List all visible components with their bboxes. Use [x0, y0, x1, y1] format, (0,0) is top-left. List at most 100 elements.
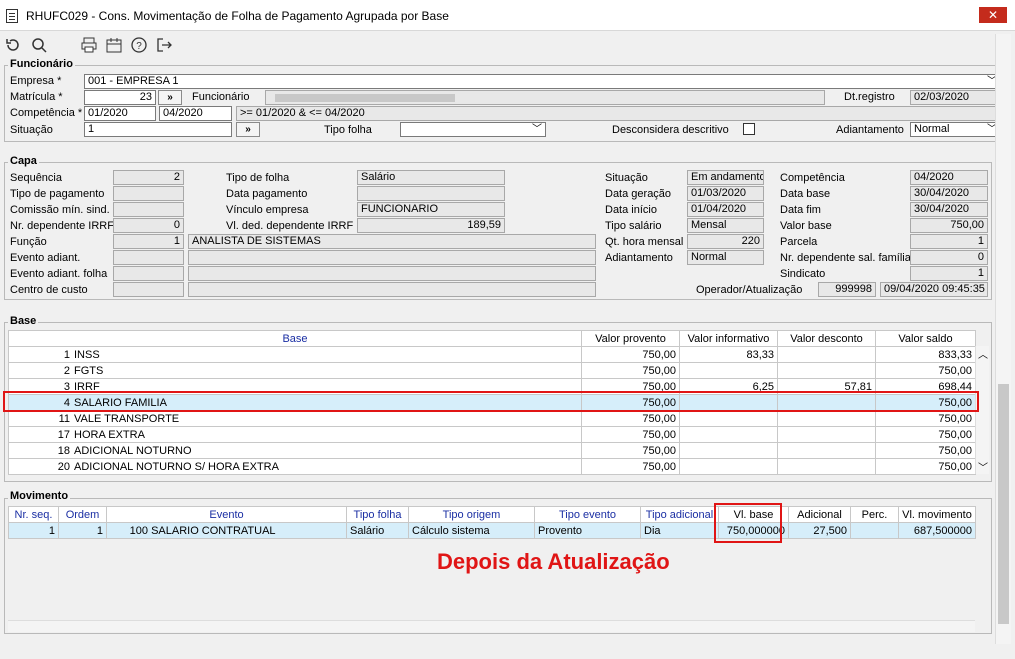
- cell-desconto: [777, 410, 876, 427]
- funcao-field: 1: [113, 234, 184, 249]
- table-row[interactable]: 20 ADICIONAL NOTURNO S/ HORA EXTRA 750,00 7…: [8, 458, 976, 475]
- col-header-adicional[interactable]: Adicional: [788, 506, 851, 523]
- tipofolha-capa-field: Salário: [357, 170, 505, 185]
- comissao-field: [113, 202, 184, 217]
- empresa-select[interactable]: 001 - EMPRESA 1 ﹀: [84, 74, 1001, 89]
- comissao-label: Comissão mín. sind.: [10, 204, 110, 216]
- calendar-icon[interactable]: [105, 36, 123, 54]
- vlded-field: 189,59: [357, 218, 505, 233]
- help-icon[interactable]: ?: [130, 36, 148, 54]
- dtregistro-field: 02/03/2020: [910, 90, 1001, 105]
- funcionario-label: Funcionário: [192, 91, 250, 103]
- operador-field: 999998: [818, 282, 876, 297]
- evento-adiant-folha-desc-field: [188, 266, 596, 281]
- competencia-label: Competência *: [10, 107, 83, 119]
- table-row[interactable]: 1 1 100 SALARIO CONTRATUAL Salário Cálcu…: [8, 522, 976, 539]
- cell-base-name: INSS: [74, 348, 100, 361]
- cell-base-num: 2: [63, 364, 70, 377]
- nrdep-field: 0: [113, 218, 184, 233]
- col-header-tipoorigem[interactable]: Tipo origem: [408, 506, 535, 523]
- adiantamento-select[interactable]: Normal ﹀: [910, 122, 1001, 137]
- col-header-vlmovimento[interactable]: Vl. movimento: [898, 506, 976, 523]
- funcionario-name-field: [265, 90, 825, 105]
- cell-base-num: 17: [57, 428, 70, 441]
- col-header-tipofolha[interactable]: Tipo folha: [346, 506, 409, 523]
- col-header-base[interactable]: Base: [8, 330, 582, 347]
- atualizacao-field: 09/04/2020 09:45:35: [880, 282, 988, 297]
- datainicio-label: Data início: [605, 204, 657, 216]
- annotation-text: Depois da Atualização: [437, 549, 670, 574]
- competencia-range-field: >= 01/2020 & <= 04/2020: [236, 106, 1001, 121]
- datainicio-field: 01/04/2020: [687, 202, 764, 217]
- competencia-to-input[interactable]: 04/2020: [159, 106, 232, 121]
- situacao-capa-field: Em andamento: [687, 170, 764, 185]
- evento-adiant-desc-field: [188, 250, 596, 265]
- capa-legend: Capa: [8, 155, 39, 167]
- cell-vlmov: 687,500000: [898, 522, 976, 539]
- table-row[interactable]: 1 INSS 750,00 83,33 833,33: [8, 346, 976, 363]
- undo-icon[interactable]: [4, 36, 22, 54]
- movimento-table: Nr. seq. Ordem Evento Tipo folha Tipo or…: [8, 506, 976, 539]
- adiant-capa-label: Adiantamento: [605, 252, 673, 264]
- desconsidera-checkbox[interactable]: [743, 123, 755, 135]
- datafim-field: 30/04/2020: [910, 202, 988, 217]
- table-row[interactable]: 11 VALE TRANSPORTE 750,00 750,00: [8, 410, 976, 427]
- cell-informativo: [679, 362, 778, 379]
- col-header-saldo[interactable]: Valor saldo: [875, 330, 976, 347]
- col-header-evento[interactable]: Evento: [106, 506, 347, 523]
- tipofolha-select[interactable]: ﹀: [400, 122, 546, 137]
- cell-base-name: ADICIONAL NOTURNO: [74, 444, 192, 457]
- col-header-tipoadicional[interactable]: Tipo adicional: [640, 506, 719, 523]
- matricula-search-button[interactable]: »: [158, 90, 182, 105]
- col-header-tipoevento[interactable]: Tipo evento: [534, 506, 641, 523]
- table-row[interactable]: 18 ADICIONAL NOTURNO 750,00 750,00: [8, 442, 976, 459]
- database-label: Data base: [780, 188, 831, 200]
- dtregistro-label: Dt.registro: [844, 91, 895, 103]
- base-header-row: Base Valor provento Valor informativo Va…: [8, 330, 976, 347]
- window-scrollbar-thumb[interactable]: [998, 384, 1009, 624]
- cell-provento: 750,00: [581, 410, 680, 427]
- table-row[interactable]: 17 HORA EXTRA 750,00 750,00: [8, 426, 976, 443]
- tipofolha-capa-label: Tipo de folha: [226, 172, 290, 184]
- cell-base-name: VALE TRANSPORTE: [74, 412, 180, 425]
- adiantamento-value: Normal: [914, 123, 950, 135]
- table-row[interactable]: 2 FGTS 750,00 750,00: [8, 362, 976, 379]
- database-field: 30/04/2020: [910, 186, 988, 201]
- valorbase-label: Valor base: [780, 220, 832, 232]
- col-header-ordem[interactable]: Ordem: [58, 506, 107, 523]
- cell-saldo: 750,00: [875, 442, 976, 459]
- parcela-label: Parcela: [780, 236, 818, 248]
- cell-saldo: 750,00: [875, 362, 976, 379]
- cell-saldo: 750,00: [875, 410, 976, 427]
- empresa-value: 001 - EMPRESA 1: [88, 75, 179, 87]
- search-icon[interactable]: [30, 36, 48, 54]
- movimento-hscrollbar[interactable]: [8, 620, 975, 632]
- col-header-informativo[interactable]: Valor informativo: [679, 330, 778, 347]
- cell-base-num: 18: [57, 444, 70, 457]
- situacao-search-button[interactable]: »: [236, 122, 260, 137]
- vinculo-label: Vínculo empresa: [226, 204, 309, 216]
- matricula-input[interactable]: 23: [84, 90, 156, 105]
- title-bar: RHUFC029 - Cons. Movimentação de Folha d…: [0, 0, 1015, 31]
- col-header-perc[interactable]: Perc.: [850, 506, 899, 523]
- tipopag-field: [113, 186, 184, 201]
- col-header-nrseq[interactable]: Nr. seq.: [8, 506, 59, 523]
- evento-adiant-field: [113, 250, 184, 265]
- datafim-label: Data fim: [780, 204, 821, 216]
- sindicato-field: 1: [910, 266, 988, 281]
- competencia-from-input[interactable]: 01/2020: [84, 106, 156, 121]
- close-button[interactable]: ✕: [979, 7, 1007, 23]
- cell-informativo: [679, 458, 778, 475]
- adiant-capa-field: Normal: [687, 250, 764, 265]
- col-header-provento[interactable]: Valor provento: [581, 330, 680, 347]
- col-header-desconto[interactable]: Valor desconto: [777, 330, 876, 347]
- cell-base-name: FGTS: [74, 364, 104, 377]
- cell-base-name: HORA EXTRA: [74, 428, 145, 441]
- cell-informativo: [679, 426, 778, 443]
- adiantamento-label: Adiantamento: [836, 124, 904, 136]
- situacao-input[interactable]: 1: [84, 122, 232, 137]
- window-scrollbar[interactable]: [995, 34, 1011, 644]
- centro-field: [113, 282, 184, 297]
- exit-icon[interactable]: [155, 36, 173, 54]
- print-icon[interactable]: [80, 36, 98, 54]
